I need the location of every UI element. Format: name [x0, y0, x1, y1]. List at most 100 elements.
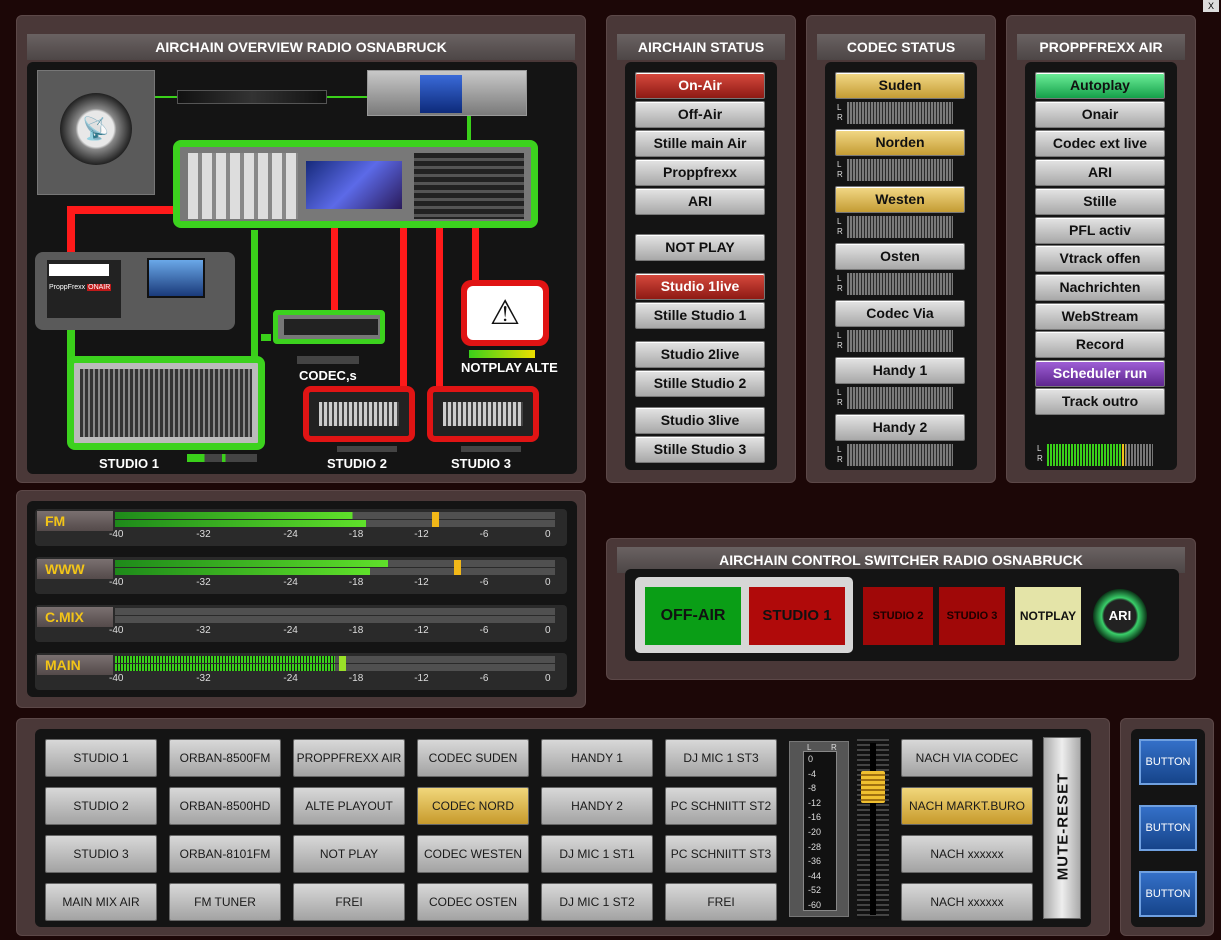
proppfrexx-air-panel: PROPPFREXX AIR Autoplay Onair Codec ext … — [1006, 15, 1196, 483]
codec-westen-button[interactable]: Westen — [835, 186, 965, 213]
route-button-codec-suden[interactable]: CODEC SUDEN — [417, 739, 529, 777]
status-stille-studio2[interactable]: Stille Studio 2 — [635, 370, 765, 397]
route-button-dj-mic-1-st2[interactable]: DJ MIC 1 ST2 — [541, 883, 653, 921]
pfx-autoplay[interactable]: Autoplay — [1035, 72, 1165, 99]
meter-tick: -6 — [479, 673, 489, 684]
audio-processor — [367, 70, 527, 116]
pfx-nachrichten[interactable]: Nachrichten — [1035, 274, 1165, 301]
pfx-onair[interactable]: Onair — [1035, 101, 1165, 128]
status-stille-main-air[interactable]: Stille main Air — [635, 130, 765, 157]
route-button-frei[interactable]: FREI — [293, 883, 405, 921]
pfx-stille[interactable]: Stille — [1035, 188, 1165, 215]
dest-button-1[interactable]: NACH VIA CODEC — [901, 739, 1033, 777]
side-button-3[interactable]: BUTTON — [1139, 871, 1197, 917]
route-button-dj-mic-1-st3[interactable]: DJ MIC 1 ST3 — [665, 739, 777, 777]
codec-vu-meter — [847, 273, 953, 295]
route-button-orban-8101fm[interactable]: ORBAN-8101FM — [169, 835, 281, 873]
route-button-studio-1[interactable]: STUDIO 1 — [45, 739, 157, 777]
dest-button-2[interactable]: NACH MARKT.BURO — [901, 787, 1033, 825]
studio2-switch-button[interactable]: STUDIO 2 — [863, 587, 933, 645]
route-button-dj-mic-1-st1[interactable]: DJ MIC 1 ST1 — [541, 835, 653, 873]
route-button-alte-playout[interactable]: ALTE PLAYOUT — [293, 787, 405, 825]
route-button-handy-2[interactable]: HANDY 2 — [541, 787, 653, 825]
codec-norden-button[interactable]: Norden — [835, 129, 965, 156]
status-off-air[interactable]: Off-Air — [635, 101, 765, 128]
pfx-ari[interactable]: ARI — [1035, 159, 1165, 186]
antenna-icon: 📡 — [60, 93, 132, 165]
meter-bar-bottom — [115, 520, 555, 527]
route-button-pc-schniitt-st3[interactable]: PC SCHNIITT ST3 — [665, 835, 777, 873]
side-button-2[interactable]: BUTTON — [1139, 805, 1197, 851]
route-button-codec-westen[interactable]: CODEC WESTEN — [417, 835, 529, 873]
scale-tick: -36 — [808, 856, 822, 867]
status-studio3-live[interactable]: Studio 3live — [635, 407, 765, 434]
pfx-webstream[interactable]: WebStream — [1035, 303, 1165, 330]
meter-tick: -6 — [479, 625, 489, 636]
pfx-vtrack-offen[interactable]: Vtrack offen — [1035, 245, 1165, 272]
status-stille-studio3[interactable]: Stille Studio 3 — [635, 436, 765, 463]
meter-tick: -12 — [414, 577, 429, 588]
route-button-codec-osten[interactable]: CODEC OSTEN — [417, 883, 529, 921]
studio3-console — [427, 386, 539, 442]
route-button-studio-2[interactable]: STUDIO 2 — [45, 787, 157, 825]
dest-button-4[interactable]: NACH xxxxxx — [901, 883, 1033, 921]
studio1-switch-button[interactable]: STUDIO 1 — [749, 587, 845, 645]
rack-device — [177, 90, 327, 104]
meter-tick: -18 — [348, 577, 364, 588]
status-on-air[interactable]: On-Air — [635, 72, 765, 99]
route-button-studio-3[interactable]: STUDIO 3 — [45, 835, 157, 873]
meter-tick: -12 — [414, 673, 429, 684]
codec-osten-button[interactable]: Osten — [835, 243, 965, 270]
pfx-pfl-activ[interactable]: PFL activ — [1035, 217, 1165, 244]
status-studio1-live[interactable]: Studio 1live — [635, 273, 765, 300]
meter-label: C.MIX — [37, 607, 113, 627]
pfx-codec-ext-live[interactable]: Codec ext live — [1035, 130, 1165, 157]
codec-handy-2-button[interactable]: Handy 2 — [835, 414, 965, 441]
route-button-not-play[interactable]: NOT PLAY — [293, 835, 405, 873]
codec-meter-l: L — [837, 160, 842, 169]
route-button-orban-8500fm[interactable]: ORBAN-8500FM — [169, 739, 281, 777]
status-proppfrexx[interactable]: Proppfrexx — [635, 159, 765, 186]
route-button-fm-tuner[interactable]: FM TUNER — [169, 883, 281, 921]
meter-tick: 0 — [545, 529, 551, 540]
side-button-1[interactable]: BUTTON — [1139, 739, 1197, 785]
status-not-play[interactable]: NOT PLAY — [635, 234, 765, 261]
status-studio2-live[interactable]: Studio 2live — [635, 341, 765, 368]
close-button[interactable]: X — [1203, 0, 1219, 12]
meter-tick: 0 — [545, 577, 551, 588]
codec-vu-meter — [847, 102, 953, 124]
transmitter-box: 📡 — [37, 70, 155, 195]
ari-button[interactable]: ARI — [1093, 589, 1147, 643]
route-button-frei[interactable]: FREI — [665, 883, 777, 921]
studio1-console — [67, 356, 265, 450]
status-ari[interactable]: ARI — [635, 188, 765, 215]
fader-knob[interactable] — [861, 771, 885, 803]
pfx-scheduler-run[interactable]: Scheduler run — [1035, 360, 1165, 387]
meter-bar-top — [115, 656, 555, 663]
notplay-alert: ⚠ — [461, 280, 549, 346]
dest-button-3[interactable]: NACH xxxxxx — [901, 835, 1033, 873]
route-button-pc-schniitt-st2[interactable]: PC SCHNIITT ST2 — [665, 787, 777, 825]
codec-suden-button[interactable]: Suden — [835, 72, 965, 99]
route-button-proppfrexx-air[interactable]: PROPPFREXX AIR — [293, 739, 405, 777]
pfx-track-outro[interactable]: Track outro — [1035, 388, 1165, 415]
notplay-switch-button[interactable]: NOTPLAY — [1015, 587, 1081, 645]
meter-tick: -18 — [348, 673, 364, 684]
studio3-switch-button[interactable]: STUDIO 3 — [939, 587, 1005, 645]
codec-handy-1-button[interactable]: Handy 1 — [835, 357, 965, 384]
codec-meter-r: R — [837, 227, 843, 236]
route-button-orban-8500hd[interactable]: ORBAN-8500HD — [169, 787, 281, 825]
meter-tick: -6 — [479, 529, 489, 540]
meter-tick: -18 — [348, 529, 364, 540]
codec-codec-via-button[interactable]: Codec Via — [835, 300, 965, 327]
meters-panel: FM -40 -32 -24 -18 -12 -6 0 WWW -40 -32 -24 -18 -12 -6… — [16, 490, 586, 708]
pfx-record[interactable]: Record — [1035, 331, 1165, 358]
route-button-main-mix-air[interactable]: MAIN MIX AIR — [45, 883, 157, 921]
mute-reset-button[interactable]: MUTE-RESET — [1043, 737, 1081, 919]
route-button-handy-1[interactable]: HANDY 1 — [541, 739, 653, 777]
status-stille-studio1[interactable]: Stille Studio 1 — [635, 302, 765, 329]
network-frame — [173, 140, 538, 228]
route-button-codec-nord[interactable]: CODEC NORD — [417, 787, 529, 825]
meter-tick: -40 — [109, 529, 124, 540]
off-air-button[interactable]: OFF-AIR — [645, 587, 741, 645]
